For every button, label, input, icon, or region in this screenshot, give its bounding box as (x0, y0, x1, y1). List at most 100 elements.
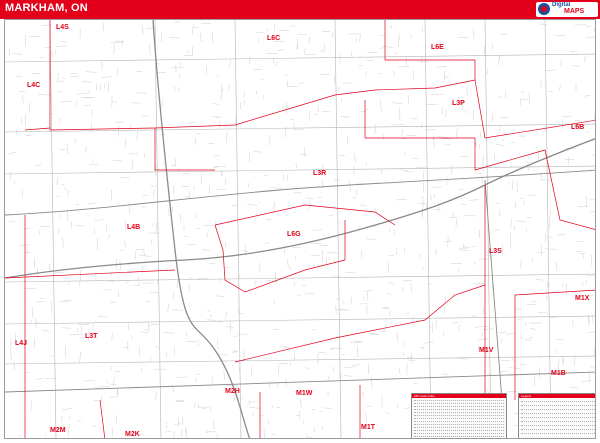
local-street (395, 199, 407, 201)
local-street (366, 238, 376, 240)
local-street (260, 78, 265, 80)
local-street (529, 328, 537, 330)
local-street (457, 358, 469, 360)
local-street (200, 32, 202, 41)
local-street (393, 229, 395, 235)
local-street (512, 179, 514, 190)
local-street (455, 219, 457, 228)
local-street (8, 153, 14, 155)
local-street (186, 341, 198, 343)
local-street (70, 220, 72, 228)
logo-text-secondary: MAPS (564, 8, 585, 15)
local-street (206, 319, 216, 321)
local-street (241, 250, 249, 252)
local-street (523, 200, 525, 205)
highway-7 (5, 169, 595, 216)
boundary-line (49, 20, 156, 131)
local-street (94, 387, 99, 389)
postal-area-label: M2H (225, 388, 240, 395)
local-street (491, 114, 494, 123)
local-street (172, 206, 174, 212)
local-street (421, 122, 423, 129)
local-street (229, 59, 231, 68)
local-street (344, 116, 351, 118)
local-street (474, 326, 479, 329)
local-street (436, 66, 447, 68)
local-street (216, 116, 222, 119)
local-street (514, 220, 526, 222)
local-street (473, 283, 484, 285)
local-street (358, 65, 363, 67)
local-street (177, 168, 179, 174)
local-street (208, 185, 211, 194)
local-street (153, 189, 155, 197)
local-street (295, 162, 298, 168)
local-street (474, 172, 482, 175)
local-street (193, 186, 195, 191)
local-street (271, 187, 282, 189)
local-street (134, 284, 141, 286)
local-street (173, 185, 175, 194)
local-street (10, 337, 12, 350)
local-street (304, 146, 306, 158)
local-street (211, 375, 213, 384)
local-street (528, 93, 530, 105)
local-street (58, 148, 66, 151)
local-street (459, 247, 468, 249)
local-street (365, 71, 367, 77)
local-street (85, 71, 97, 73)
local-street (451, 322, 459, 324)
local-street (350, 296, 353, 305)
local-street (273, 201, 275, 213)
local-street (344, 366, 357, 368)
local-street (385, 412, 390, 414)
local-street (306, 436, 313, 438)
local-street (544, 248, 557, 250)
local-street (527, 194, 536, 196)
local-street (329, 348, 334, 350)
local-street (235, 125, 242, 128)
local-street (549, 219, 551, 230)
local-street (349, 180, 351, 193)
local-street (196, 373, 200, 375)
local-street (247, 204, 258, 206)
legend-row (521, 425, 595, 428)
local-street (141, 367, 143, 373)
local-street (355, 189, 358, 196)
local-street (575, 250, 581, 253)
local-street (478, 144, 480, 149)
local-street (89, 164, 99, 166)
local-street (394, 52, 398, 54)
local-street (422, 266, 424, 271)
local-street (299, 82, 305, 84)
local-street (410, 34, 412, 39)
local-street (105, 223, 107, 233)
local-street (38, 94, 51, 96)
local-street (278, 29, 290, 31)
local-street (592, 154, 595, 156)
place-marker: · (259, 201, 261, 205)
boundary-line (214, 224, 346, 293)
local-street (119, 177, 130, 179)
local-street (593, 113, 595, 121)
local-street (588, 372, 590, 383)
postal-area-label: M1V (479, 347, 494, 354)
local-street (205, 430, 218, 433)
local-street (253, 151, 263, 153)
postal-area-label: L3P (452, 100, 465, 107)
local-street (569, 386, 578, 389)
local-street (110, 41, 123, 44)
local-street (423, 342, 434, 344)
local-street (478, 325, 489, 328)
local-street (224, 178, 227, 186)
local-street (472, 110, 474, 121)
local-street (96, 83, 98, 91)
map-title: MARKHAM, ON (5, 2, 88, 14)
local-street (354, 153, 356, 163)
local-street (243, 350, 245, 361)
local-street (8, 220, 16, 222)
local-street (357, 345, 359, 358)
local-street (57, 91, 63, 93)
local-street (54, 50, 56, 56)
local-street (458, 324, 460, 331)
